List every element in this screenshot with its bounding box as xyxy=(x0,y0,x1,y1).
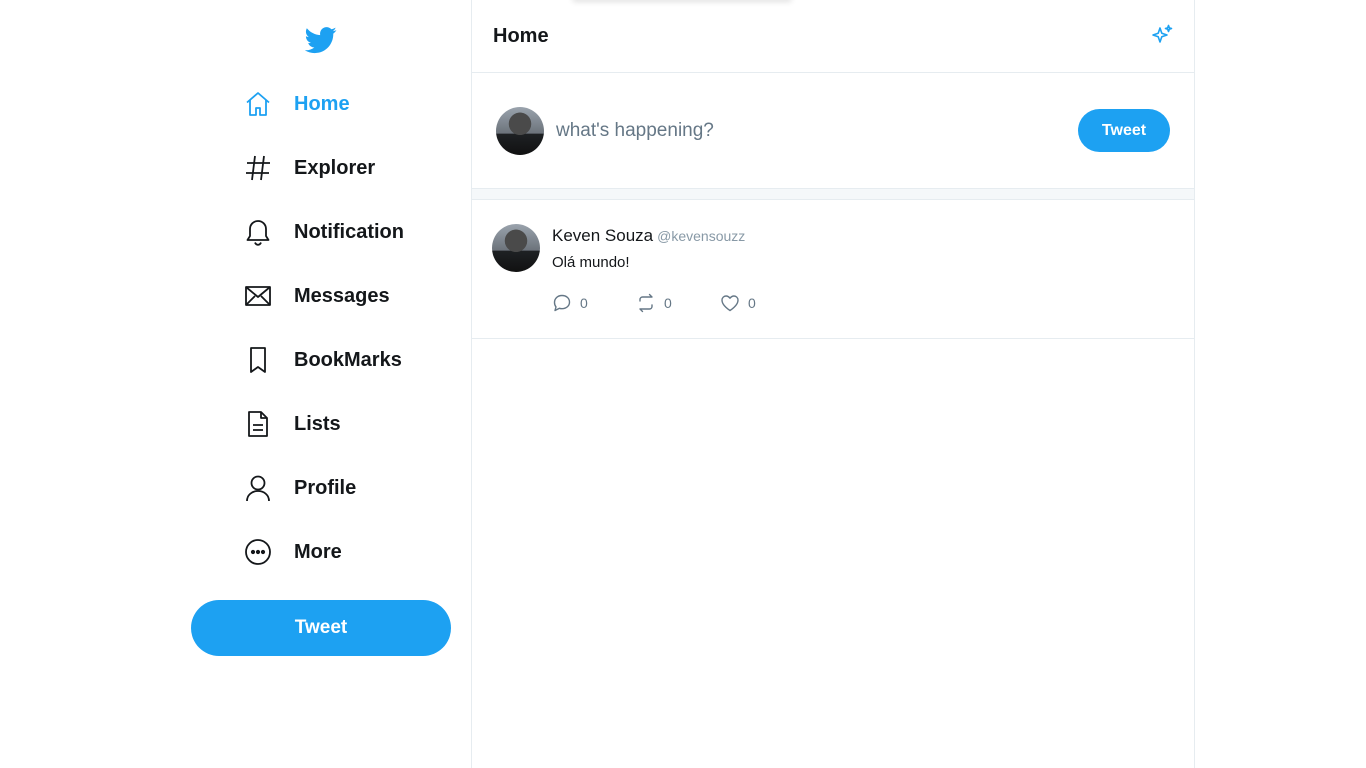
author-name[interactable]: Keven Souza xyxy=(552,226,653,246)
nav-label-lists: Lists xyxy=(294,412,341,435)
retweet-count: 0 xyxy=(664,295,672,311)
nav-label-home: Home xyxy=(294,92,350,115)
user-icon xyxy=(244,474,272,502)
like-button[interactable]: 0 xyxy=(720,293,804,313)
reply-count: 0 xyxy=(580,295,588,311)
nav-label-bookmarks: BookMarks xyxy=(294,348,402,371)
nav-item-notification[interactable]: Notification xyxy=(244,212,404,252)
timeline-header: Home xyxy=(472,0,1194,73)
tweet-actions: 0 0 0 xyxy=(552,293,804,313)
avatar[interactable] xyxy=(496,106,544,155)
bell-icon xyxy=(244,218,272,246)
retweet-button[interactable]: 0 xyxy=(636,293,720,313)
list-icon xyxy=(244,410,272,438)
avatar[interactable] xyxy=(492,224,540,272)
composer-tweet-button[interactable]: Tweet xyxy=(1078,109,1170,152)
bookmark-icon xyxy=(244,346,272,374)
sparkle-icon[interactable] xyxy=(1150,24,1174,48)
retweet-icon xyxy=(639,293,653,313)
twitter-logo-icon[interactable] xyxy=(304,24,337,56)
sidebar-tweet-button[interactable]: Tweet xyxy=(191,600,451,656)
nav-label-more: More xyxy=(294,540,342,563)
tweet-body: Keven Souza @kevensouzz Olá mundo! 0 0 0 xyxy=(552,224,804,338)
hashtag-icon xyxy=(244,154,272,182)
reply-button[interactable]: 0 xyxy=(552,293,636,313)
envelope-icon xyxy=(244,282,272,310)
nav-label-profile: Profile xyxy=(294,476,357,499)
tweet-item[interactable]: Keven Souza @kevensouzz Olá mundo! 0 0 0 xyxy=(472,200,1194,339)
nav-item-explorer[interactable]: Explorer xyxy=(244,148,404,188)
main-timeline: Home Tweet Keven Souza @kevensouzz Olá m… xyxy=(471,0,1195,768)
page-title: Home xyxy=(493,24,549,47)
tweet-composer: Tweet xyxy=(472,73,1194,189)
nav-item-more[interactable]: More xyxy=(244,532,404,572)
nav-item-profile[interactable]: Profile xyxy=(244,468,404,508)
nav-item-bookmarks[interactable]: BookMarks xyxy=(244,340,404,380)
heart-icon xyxy=(721,295,739,312)
comment-icon xyxy=(553,294,571,312)
nav-item-lists[interactable]: Lists xyxy=(244,404,404,444)
nav-label-messages: Messages xyxy=(294,284,390,307)
nav-item-messages[interactable]: Messages xyxy=(244,276,404,316)
section-divider xyxy=(472,189,1194,200)
tweet-header: Keven Souza @kevensouzz xyxy=(552,226,804,246)
sidebar: Home Explorer Notification Messages Book… xyxy=(0,0,471,768)
tweet-input[interactable] xyxy=(556,119,1078,142)
tweet-text: Olá mundo! xyxy=(552,254,630,271)
like-count: 0 xyxy=(748,295,756,311)
home-icon xyxy=(244,90,272,118)
author-handle[interactable]: @kevensouzz xyxy=(657,228,745,244)
main-nav: Home Explorer Notification Messages Book… xyxy=(244,84,404,596)
more-icon xyxy=(244,538,272,566)
nav-item-home[interactable]: Home xyxy=(244,84,404,124)
nav-label-explorer: Explorer xyxy=(294,156,376,179)
nav-label-notification: Notification xyxy=(294,220,404,243)
